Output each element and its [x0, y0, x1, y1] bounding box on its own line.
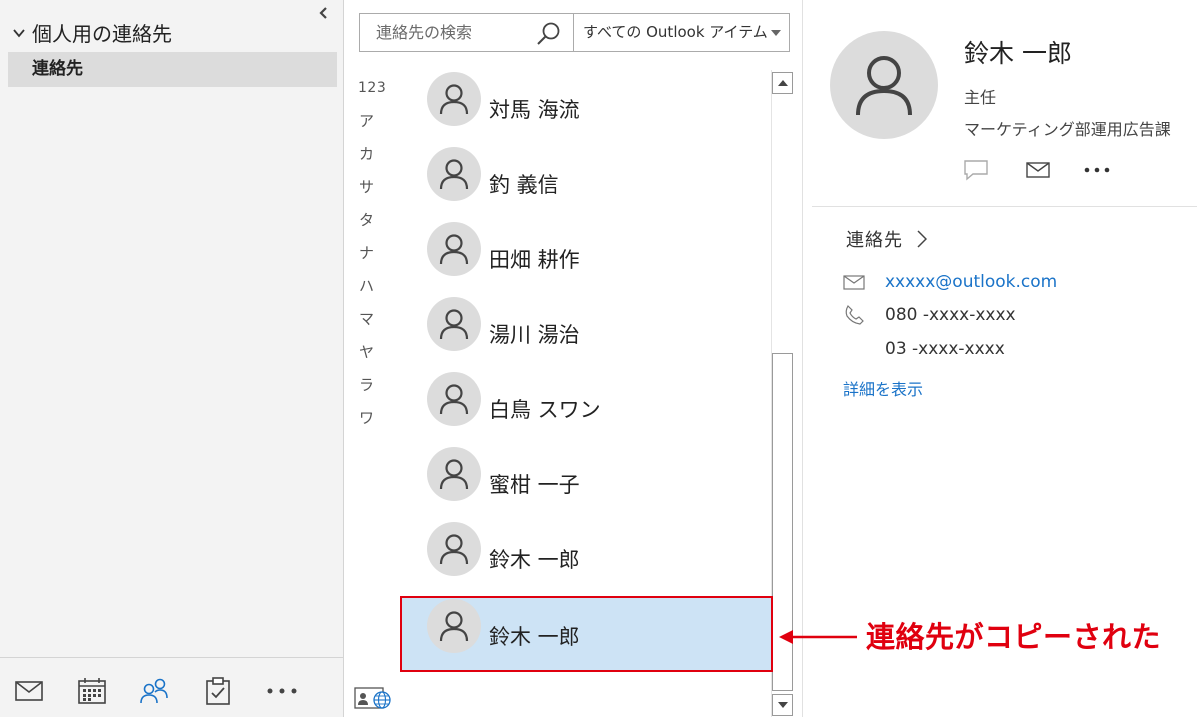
contact-avatar [830, 31, 938, 139]
contact-department: マーケティング部運用広告課 [964, 120, 1171, 139]
contact-list-pane: すべての Outlook アイテム 123アカサタナハマヤラワ 対馬 海流釣 義… [345, 0, 803, 717]
person-icon [427, 599, 481, 653]
alphabet-index: 123 アカサタナハマヤラワ [355, 76, 391, 439]
email-row: xxxxx@outlook.com [842, 272, 1057, 292]
alphabet-index-item[interactable]: タ [355, 208, 391, 241]
chat-icon[interactable] [962, 156, 990, 184]
folder-pane: 個人用の連絡先 連絡先 [0, 0, 344, 717]
search-box [359, 13, 574, 52]
contact-row[interactable]: 対馬 海流 [400, 72, 773, 147]
contact-row[interactable]: 蜜柑 一子 [400, 447, 773, 522]
tasks-icon[interactable] [202, 676, 234, 706]
chevron-down-icon [13, 28, 25, 37]
alphabet-index-item[interactable]: サ [355, 175, 391, 208]
person-icon [427, 222, 481, 276]
navigation-bar [0, 657, 344, 717]
more-actions-icon[interactable] [1083, 156, 1111, 184]
email-link[interactable]: xxxxx@outlook.com [885, 272, 1057, 292]
contact-name: 釣 義信 [489, 173, 559, 197]
collapse-pane-icon[interactable] [316, 5, 332, 21]
person-icon [427, 372, 481, 426]
contact-row[interactable]: 鈴木 一郎 [400, 522, 773, 597]
divider [812, 206, 1197, 207]
callout-arrow-icon [779, 630, 857, 644]
contact-name: 白鳥 スワン [489, 398, 601, 422]
mail-icon[interactable] [13, 676, 45, 706]
contact-row[interactable]: 釣 義信 [400, 147, 773, 222]
person-icon [427, 297, 481, 351]
contact-row[interactable]: 湯川 湯治 [400, 297, 773, 372]
alphabet-index-item[interactable]: マ [355, 307, 391, 340]
calendar-icon[interactable] [76, 676, 108, 706]
scroll-down-arrow-icon[interactable] [772, 694, 793, 716]
people-icon[interactable] [138, 676, 170, 706]
contact-card-globe-icon[interactable] [354, 686, 392, 710]
phone-row: 080 -xxxx-xxxx [842, 305, 1016, 325]
person-icon [427, 447, 481, 501]
scroll-up-arrow-icon[interactable] [772, 72, 793, 94]
contact-row[interactable]: 田畑 耕作 [400, 222, 773, 297]
contact-job-title: 主任 [964, 88, 997, 107]
alphabet-index-item[interactable]: カ [355, 142, 391, 175]
search-scope-label: すべての Outlook アイテム [583, 23, 768, 41]
contact-name: 蜜柑 一子 [489, 473, 580, 497]
contact-name: 鈴木 一郎 [964, 39, 1072, 68]
alphabet-index-item[interactable]: ハ [355, 274, 391, 307]
alphabet-index-item[interactable]: ラ [355, 373, 391, 406]
contact-section-header[interactable]: 連絡先 [846, 226, 927, 252]
section-label: 連絡先 [846, 230, 903, 251]
phone-icon [842, 305, 866, 325]
phone-row-2: 03 -xxxx-xxxx [842, 339, 1005, 359]
contact-detail-pane: 鈴木 一郎 主任 マーケティング部運用広告課 連絡先 xxxxx@outlook… [804, 0, 1197, 717]
show-details-link[interactable]: 詳細を表示 [843, 376, 923, 400]
contact-row[interactable]: 白鳥 スワン [400, 372, 773, 447]
person-icon [427, 522, 481, 576]
alphabet-index-item[interactable]: ヤ [355, 340, 391, 373]
contact-name: 田畑 耕作 [489, 248, 580, 272]
contact-name: 湯川 湯治 [489, 323, 580, 347]
folder-group-personal-contacts[interactable]: 個人用の連絡先 [12, 18, 172, 47]
alphabet-index-item[interactable]: ア [355, 109, 391, 142]
search-scope-dropdown[interactable]: すべての Outlook アイテム [573, 13, 790, 52]
contact-actions [962, 156, 1110, 184]
phone-other[interactable]: 03 -xxxx-xxxx [885, 339, 1005, 359]
scrollbar[interactable] [771, 70, 793, 717]
alphabet-index-item[interactable]: 123 [355, 76, 391, 109]
folder-item-contacts[interactable]: 連絡先 [8, 52, 337, 87]
contact-row-selected[interactable]: 鈴木 一郎 [400, 597, 773, 672]
contact-name: 鈴木 一郎 [489, 548, 580, 572]
envelope-icon [842, 272, 866, 292]
folder-group-label: 個人用の連絡先 [32, 22, 172, 46]
contact-name: 対馬 海流 [489, 98, 580, 122]
search-input[interactable] [360, 14, 532, 51]
person-icon [856, 56, 912, 116]
search-icon[interactable] [536, 21, 562, 47]
caret-down-icon [771, 30, 781, 36]
person-icon [427, 147, 481, 201]
phone-mobile[interactable]: 080 -xxxx-xxxx [885, 305, 1016, 325]
chevron-right-icon [917, 230, 927, 248]
person-icon [427, 72, 481, 126]
email-icon[interactable] [1024, 156, 1052, 184]
contact-name: 鈴木 一郎 [489, 625, 580, 649]
callout-label: 連絡先がコピーされた [866, 620, 1162, 654]
more-icon[interactable] [266, 676, 298, 706]
alphabet-index-item[interactable]: ワ [355, 406, 391, 439]
alphabet-index-item[interactable]: ナ [355, 241, 391, 274]
